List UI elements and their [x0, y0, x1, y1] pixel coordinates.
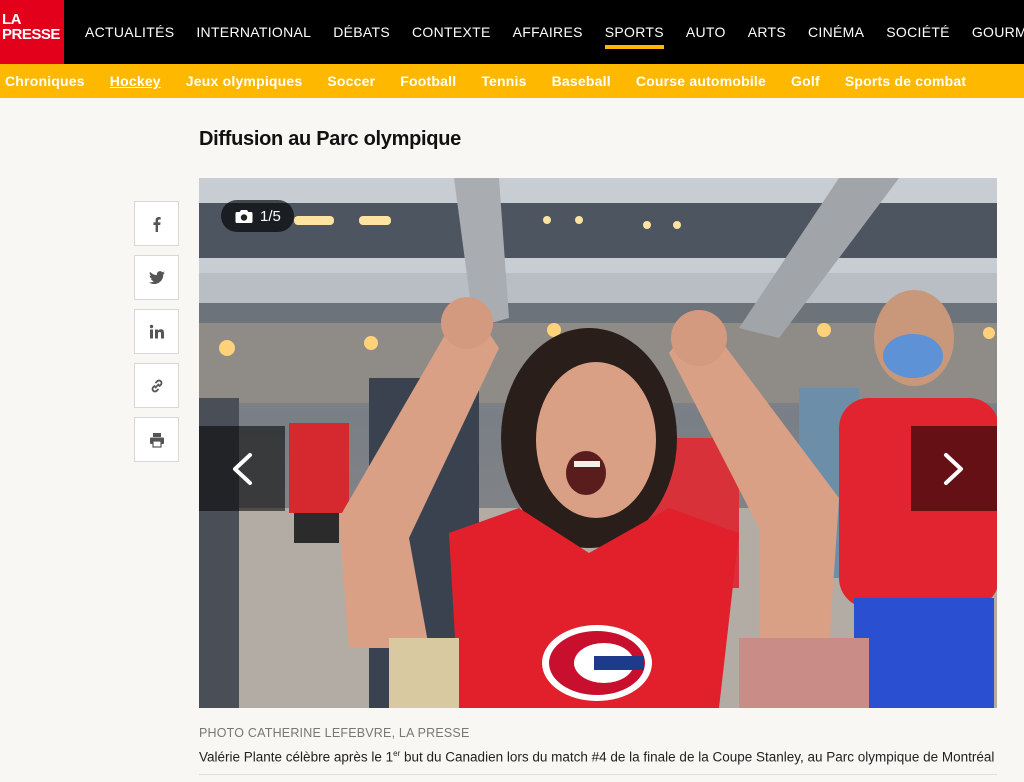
- nav-item-international[interactable]: INTERNATIONAL: [196, 0, 311, 64]
- la-presse-logo[interactable]: LA PRESSE: [0, 0, 64, 64]
- print-button[interactable]: [134, 417, 179, 462]
- nav-item-affaires[interactable]: AFFAIRES: [513, 0, 583, 64]
- subnav-item-soccer[interactable]: Soccer: [327, 64, 375, 98]
- copy-link-button[interactable]: [134, 363, 179, 408]
- nav-item-gourmand[interactable]: GOURMAND: [972, 0, 1024, 64]
- subnav-item-baseball[interactable]: Baseball: [552, 64, 611, 98]
- article-title: Diffusion au Parc olympique: [199, 128, 461, 150]
- nav-item-contexte[interactable]: CONTEXTE: [412, 0, 491, 64]
- subnav-item-course-automobile[interactable]: Course automobile: [636, 64, 766, 98]
- nav-item-auto[interactable]: AUTO: [686, 0, 726, 64]
- nav-item-arts[interactable]: ARTS: [748, 0, 786, 64]
- subnav-item-football[interactable]: Football: [400, 64, 456, 98]
- subnav-item-sports-de-combat[interactable]: Sports de combat: [845, 64, 966, 98]
- nav-item-cinema[interactable]: CINÉMA: [808, 0, 864, 64]
- photo-image: [199, 178, 997, 708]
- link-icon: [151, 379, 162, 392]
- facebook-icon: [152, 216, 161, 232]
- subnav-item-golf[interactable]: Golf: [791, 64, 820, 98]
- previous-photo-button[interactable]: [199, 426, 285, 511]
- section-menu: ACTUALITÉS INTERNATIONAL DÉBATS CONTEXTE AFF…: [85, 0, 1024, 64]
- subnav-item-tennis[interactable]: Tennis: [481, 64, 526, 98]
- share-facebook-button[interactable]: [134, 201, 179, 246]
- nav-item-actualites[interactable]: ACTUALITÉS: [85, 0, 174, 64]
- chevron-left-icon: [233, 452, 252, 485]
- twitter-icon: [148, 270, 165, 284]
- photo-counter: 1/5: [221, 200, 294, 232]
- subnav-item-hockey[interactable]: Hockey: [110, 64, 161, 98]
- nav-item-debats[interactable]: DÉBATS: [333, 0, 390, 64]
- photo-credit: PHOTO CATHERINE LEFEBVRE, LA PRESSE: [199, 726, 470, 740]
- sub-navigation: Chroniques Hockey Jeux olympiques Soccer Foo…: [0, 64, 1024, 98]
- subsection-menu: Chroniques Hockey Jeux olympiques Soccer Foo…: [5, 64, 991, 98]
- subnav-item-jeux-olympiques[interactable]: Jeux olympiques: [186, 64, 303, 98]
- next-photo-button[interactable]: [911, 426, 997, 511]
- nav-item-sports[interactable]: SPORTS: [604, 0, 665, 64]
- photo-counter-text: 1/5: [260, 207, 281, 225]
- chevron-right-icon: [944, 452, 963, 485]
- print-icon: [149, 432, 164, 448]
- gallery-photo[interactable]: [199, 178, 997, 708]
- linkedin-icon: [149, 324, 164, 338]
- photo-caption: Valérie Plante célèbre après le 1er but …: [199, 749, 994, 765]
- caption-text-end: but du Canadien lors du match #4 de la f…: [400, 749, 995, 765]
- caption-text-start: Valérie Plante célèbre après le 1: [199, 749, 394, 765]
- divider: [199, 774, 997, 775]
- share-linkedin-button[interactable]: [134, 309, 179, 354]
- logo-line-1: LA: [2, 11, 22, 28]
- share-twitter-button[interactable]: [134, 255, 179, 300]
- nav-item-societe[interactable]: SOCIÉTÉ: [886, 0, 950, 64]
- camera-icon: [235, 209, 253, 224]
- logo-line-2: PRESSE: [2, 26, 60, 43]
- subnav-item-chroniques[interactable]: Chroniques: [5, 64, 85, 98]
- top-navigation: LA PRESSE ACTUALITÉS INTERNATIONAL DÉBATS C…: [0, 0, 1024, 64]
